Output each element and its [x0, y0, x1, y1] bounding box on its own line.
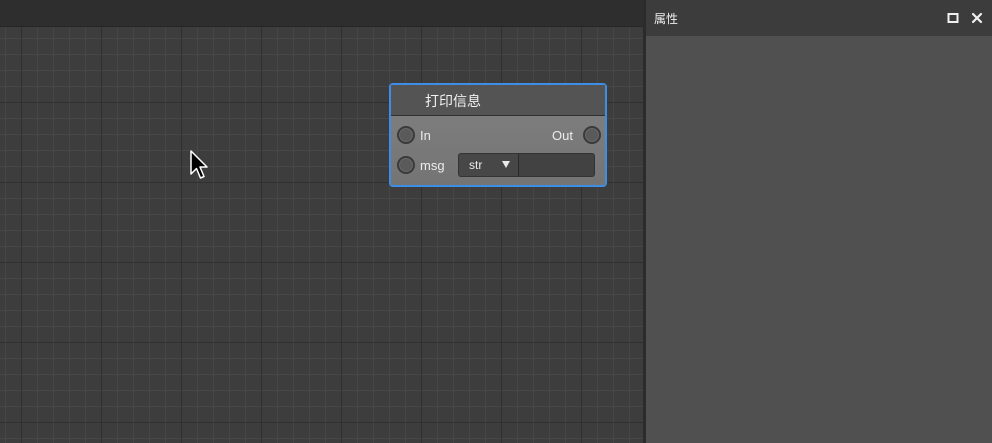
node-title: 打印信息	[425, 94, 481, 110]
mouse-pointer-icon	[190, 150, 208, 179]
out-pin[interactable]	[583, 126, 601, 144]
type-dropdown-value: str	[469, 158, 483, 172]
graph-toolbar	[0, 0, 643, 27]
msg-pin-label: msg	[420, 158, 445, 173]
properties-panel: 属性	[646, 0, 992, 443]
out-pin-label: Out	[552, 128, 573, 143]
properties-panel-header: 属性	[646, 0, 992, 36]
panel-title: 属性	[654, 12, 679, 26]
in-pin[interactable]	[397, 126, 415, 144]
msg-value-input[interactable]	[518, 153, 595, 177]
maximize-icon[interactable]	[946, 10, 960, 24]
in-pin-label: In	[420, 128, 431, 143]
node-header[interactable]: 打印信息	[391, 85, 605, 116]
graph-canvas[interactable]: 打印信息 In Out msg str	[0, 0, 643, 443]
dropdown-arrow-icon	[502, 161, 510, 168]
print-message-node[interactable]: 打印信息 In Out msg str	[389, 83, 607, 187]
msg-pin[interactable]	[397, 156, 415, 174]
type-dropdown[interactable]: str	[458, 153, 518, 177]
app-window: 打印信息 In Out msg str 属性	[0, 0, 992, 443]
close-icon[interactable]	[970, 10, 984, 24]
node-body: In Out msg str	[391, 116, 605, 185]
